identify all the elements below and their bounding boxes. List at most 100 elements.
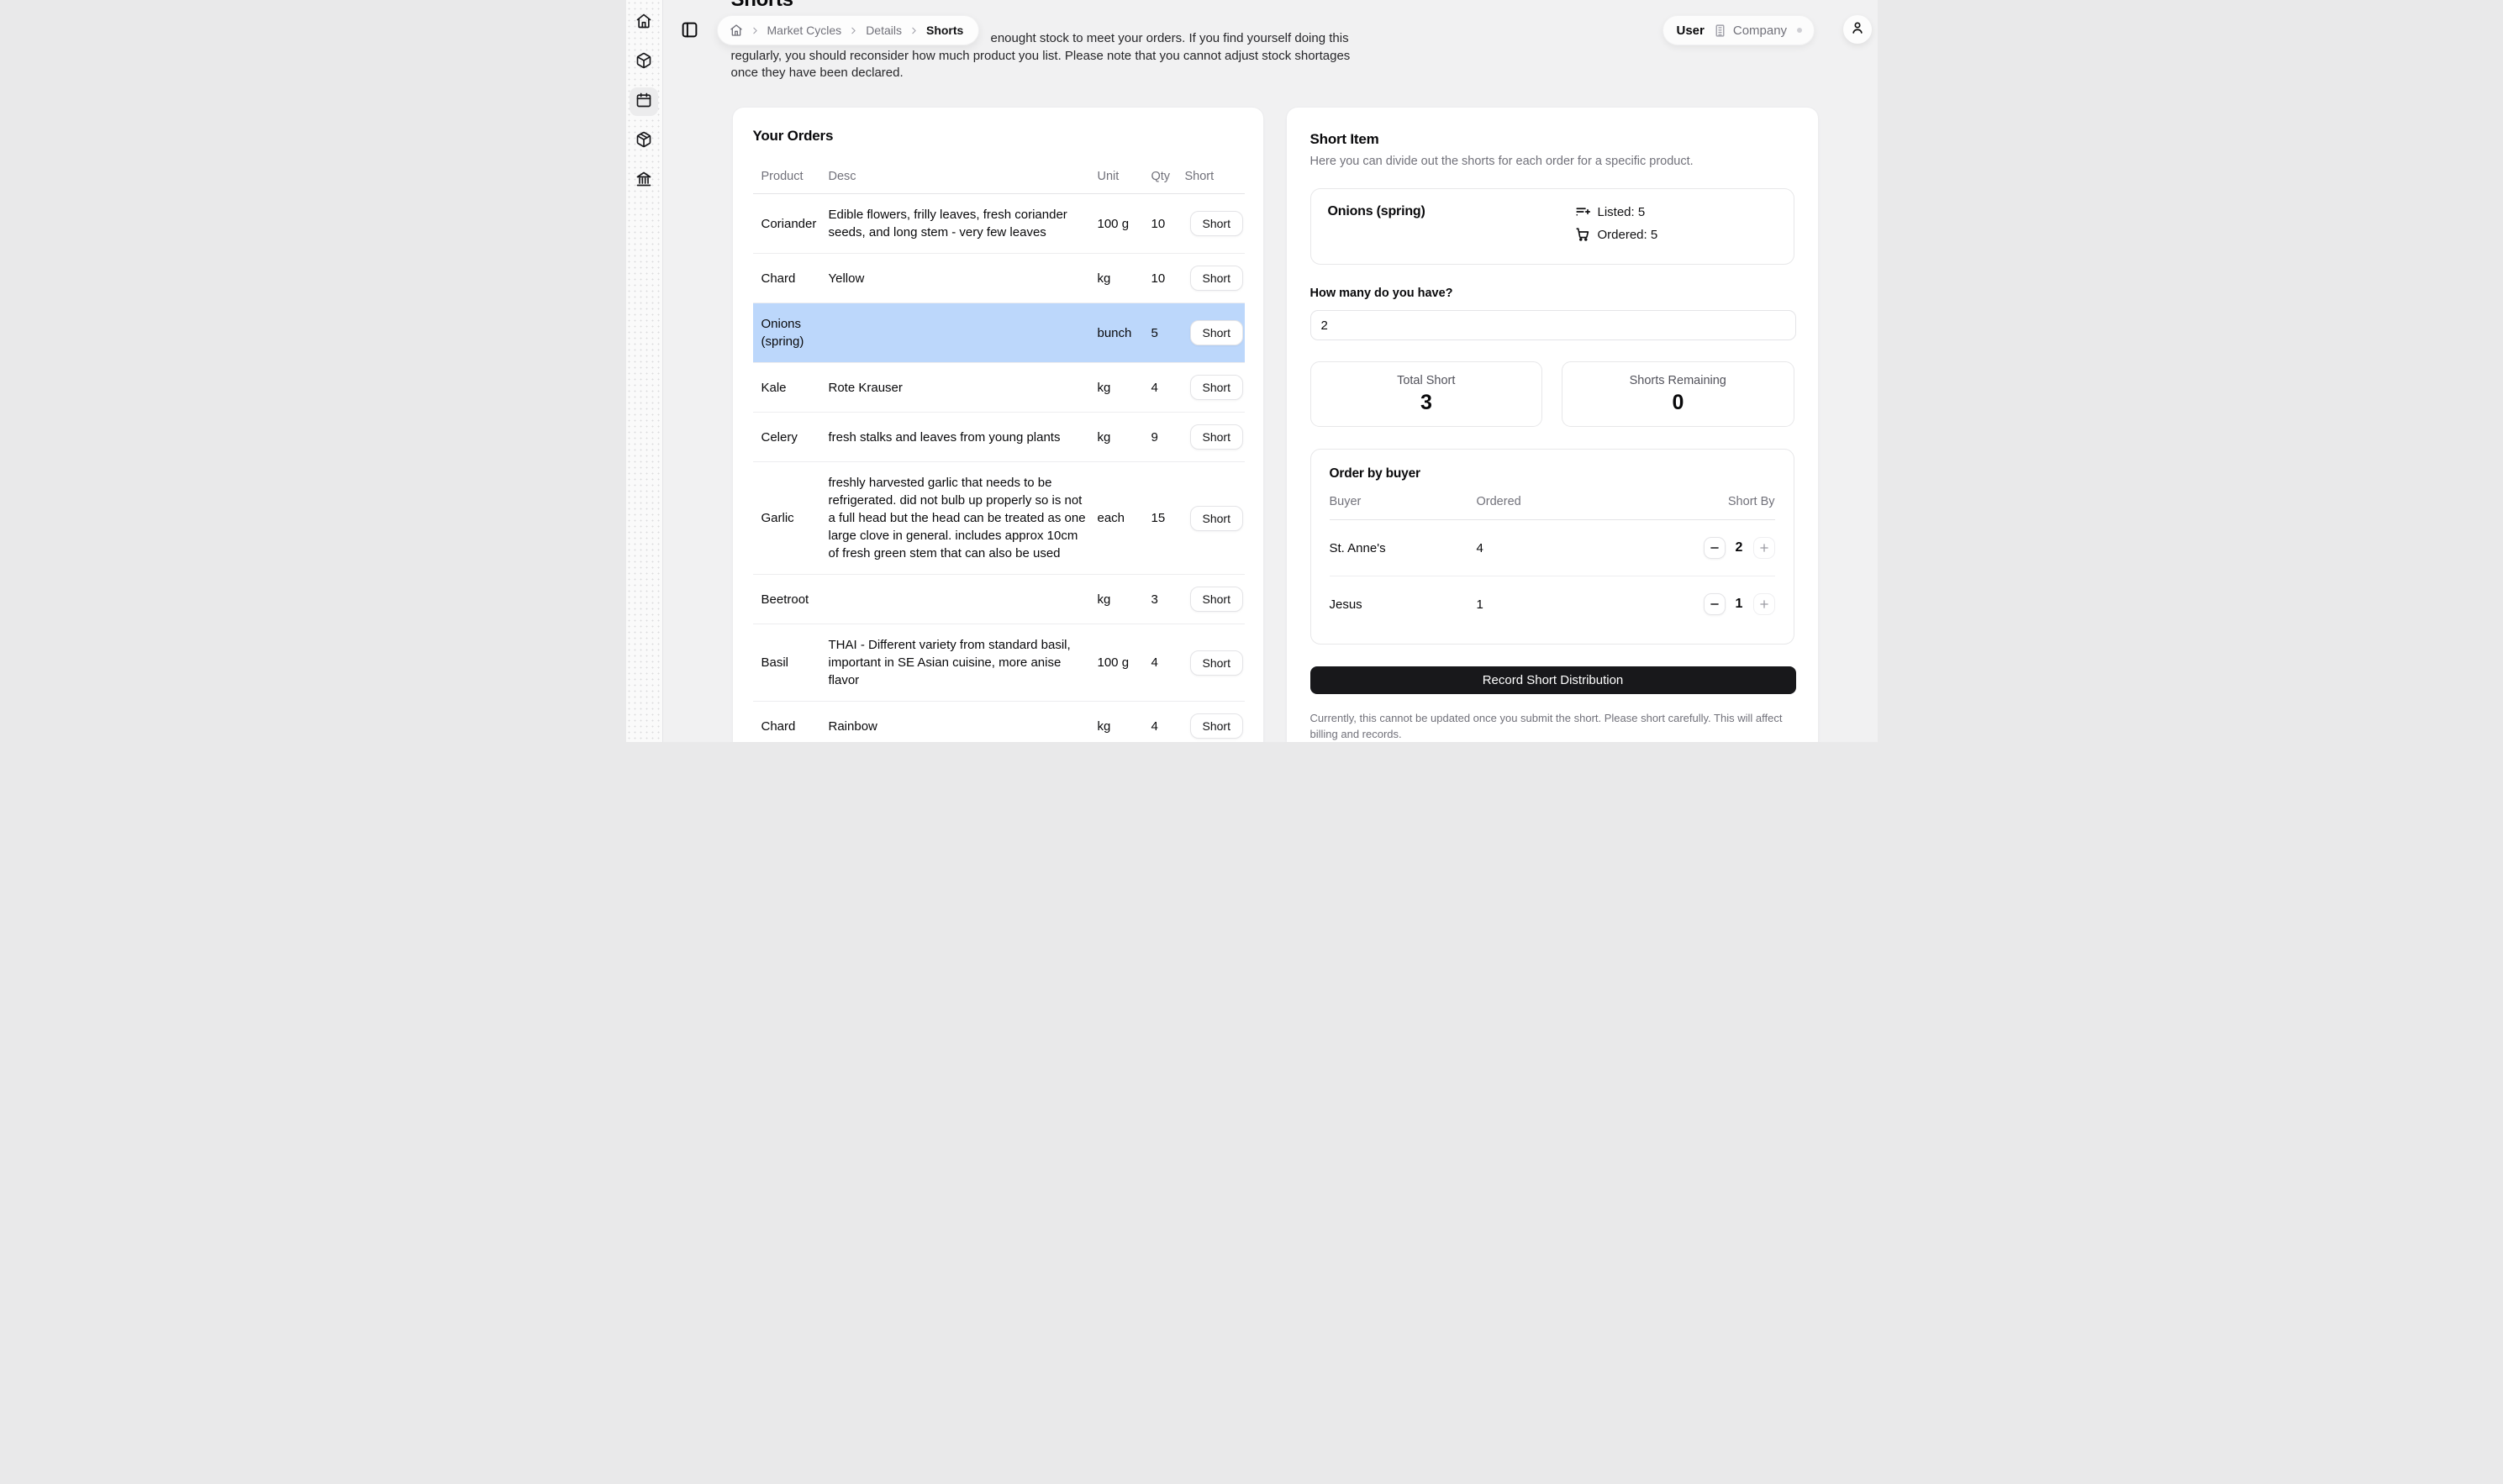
sidebar-item-market-cycles[interactable]: [630, 87, 658, 116]
breadcrumb-home-link[interactable]: [730, 24, 743, 37]
cell-unit: 100 g: [1098, 194, 1151, 254]
table-row[interactable]: Chard Rainbow kg 4 Short: [753, 702, 1245, 743]
cell-desc: [829, 575, 1098, 624]
short-item-subtitle: Here you can divide out the shorts for e…: [1310, 155, 1794, 168]
col-ordered: Ordered: [1477, 495, 1641, 508]
chevron-right-icon: [750, 25, 761, 36]
orders-table-header: Product Desc Unit Qty Short: [753, 170, 1245, 194]
increment-short-button[interactable]: [1753, 593, 1775, 615]
page-description-line3: once they have been declared.: [731, 66, 904, 80]
buyer-name: St. Anne's: [1330, 541, 1477, 555]
sidebar-item-home[interactable]: [630, 8, 658, 37]
sidebar-item-products[interactable]: [630, 48, 658, 76]
short-button[interactable]: Short: [1190, 320, 1243, 345]
shorts-page: Shorts enought stock to meet your orders…: [626, 0, 1878, 742]
buyer-ordered: 1: [1477, 597, 1641, 612]
shorts-remaining-value: 0: [1673, 391, 1684, 415]
table-row[interactable]: Basil THAI - Different variety from stan…: [753, 624, 1245, 702]
table-row[interactable]: Celery fresh stalks and leaves from youn…: [753, 413, 1245, 462]
building-icon: [1713, 24, 1727, 38]
cell-unit: bunch: [1098, 303, 1151, 363]
decrement-short-button[interactable]: [1704, 537, 1726, 559]
total-short-label: Total Short: [1397, 374, 1455, 387]
cell-unit: kg: [1098, 413, 1151, 462]
order-by-buyer-title: Order by buyer: [1330, 466, 1775, 482]
cell-unit: kg: [1098, 702, 1151, 743]
listed-count-label: Listed: 5: [1598, 205, 1646, 219]
cell-desc: fresh stalks and leaves from young plant…: [829, 413, 1098, 462]
cell-product: Kale: [753, 363, 829, 413]
short-item-panel: Short Item Here you can divide out the s…: [1286, 107, 1819, 742]
buyer-table-header: Buyer Ordered Short By: [1330, 495, 1775, 520]
ordered-count-label: Ordered: 5: [1598, 228, 1658, 242]
cell-product: Onions (spring): [753, 303, 829, 363]
breadcrumb-details[interactable]: Details: [866, 24, 902, 37]
chevron-right-icon: [909, 25, 920, 36]
cell-unit: kg: [1098, 363, 1151, 413]
buyer-name: Jesus: [1330, 597, 1477, 612]
short-button[interactable]: Short: [1190, 424, 1243, 450]
cell-qty: 10: [1151, 254, 1185, 303]
short-button[interactable]: Short: [1190, 375, 1243, 400]
cell-qty: 4: [1151, 624, 1185, 702]
cell-desc: THAI - Different variety from standard b…: [829, 624, 1098, 702]
quantity-input[interactable]: [1310, 310, 1796, 340]
col-buyer: Buyer: [1330, 495, 1477, 508]
table-row[interactable]: Beetroot kg 3 Short: [753, 575, 1245, 624]
short-button[interactable]: Short: [1190, 650, 1243, 676]
cell-product: Chard: [753, 702, 829, 743]
table-row-selected[interactable]: Onions (spring) bunch 5 Short: [753, 303, 1245, 363]
user-icon: [1850, 20, 1865, 39]
summary-product-name: Onions (spring): [1328, 204, 1575, 219]
table-row[interactable]: Coriander Edible flowers, frilly leaves,…: [753, 194, 1245, 254]
short-by-value: 2: [1735, 540, 1744, 555]
cell-unit: each: [1098, 462, 1151, 575]
increment-short-button[interactable]: [1753, 537, 1775, 559]
status-dot: [1797, 28, 1802, 33]
short-item-title: Short Item: [1310, 131, 1794, 148]
user-scope-option[interactable]: User: [1677, 24, 1705, 38]
breadcrumb-market-cycles[interactable]: Market Cycles: [767, 24, 842, 37]
col-qty: Qty: [1151, 170, 1185, 194]
account-scope-switcher: User Company: [1663, 15, 1815, 45]
breadcrumb: Market Cycles Details Shorts: [717, 15, 980, 45]
account-menu-button[interactable]: [1843, 15, 1872, 44]
short-button[interactable]: Short: [1190, 506, 1243, 531]
decrement-short-button[interactable]: [1704, 593, 1726, 615]
record-short-distribution-button[interactable]: Record Short Distribution: [1310, 666, 1796, 694]
order-by-buyer-card: Order by buyer Buyer Ordered Short By St…: [1310, 449, 1794, 645]
buyer-ordered: 4: [1477, 541, 1641, 555]
quantity-question-label: How many do you have?: [1310, 287, 1794, 300]
short-button[interactable]: Short: [1190, 587, 1243, 612]
cell-qty: 5: [1151, 303, 1185, 363]
table-row[interactable]: Chard Yellow kg 10 Short: [753, 254, 1245, 303]
total-short-card: Total Short 3: [1310, 361, 1543, 427]
table-row[interactable]: Garlic freshly harvested garlic that nee…: [753, 462, 1245, 575]
home-icon: [635, 13, 652, 34]
orders-panel-title: Your Orders: [753, 128, 1243, 145]
short-button[interactable]: Short: [1190, 211, 1243, 236]
your-orders-panel: Your Orders Product Desc Unit Qty Short …: [732, 107, 1264, 742]
sidebar-item-orders[interactable]: [630, 127, 658, 155]
table-row[interactable]: Kale Rote Krauser kg 4 Short: [753, 363, 1245, 413]
cell-desc: Yellow: [829, 254, 1098, 303]
sidebar-item-billing[interactable]: [630, 166, 658, 195]
sidebar: [626, 0, 663, 742]
page-title: Shorts: [731, 0, 793, 12]
shopping-cart-icon: [1575, 227, 1590, 242]
company-scope-option[interactable]: Company: [1713, 24, 1787, 38]
short-button[interactable]: Short: [1190, 266, 1243, 291]
cell-qty: 15: [1151, 462, 1185, 575]
orders-table: Product Desc Unit Qty Short Coriander Ed…: [753, 170, 1245, 742]
col-product: Product: [753, 170, 829, 194]
cell-unit: kg: [1098, 254, 1151, 303]
ordered-count: Ordered: 5: [1575, 227, 1658, 242]
sidebar-toggle-button[interactable]: [680, 22, 700, 42]
cell-qty: 4: [1151, 363, 1185, 413]
calendar-icon: [635, 92, 652, 113]
panel-left-icon: [681, 21, 698, 43]
buyer-row: Jesus 1 1: [1330, 576, 1775, 632]
short-button[interactable]: Short: [1190, 713, 1243, 739]
cell-desc: freshly harvested garlic that needs to b…: [829, 462, 1098, 575]
chevron-right-icon: [848, 25, 859, 36]
